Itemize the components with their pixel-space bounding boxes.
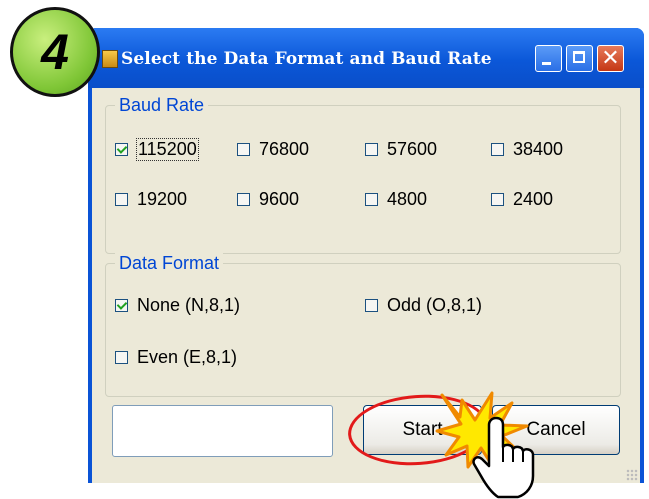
click-overlay [435,391,535,499]
